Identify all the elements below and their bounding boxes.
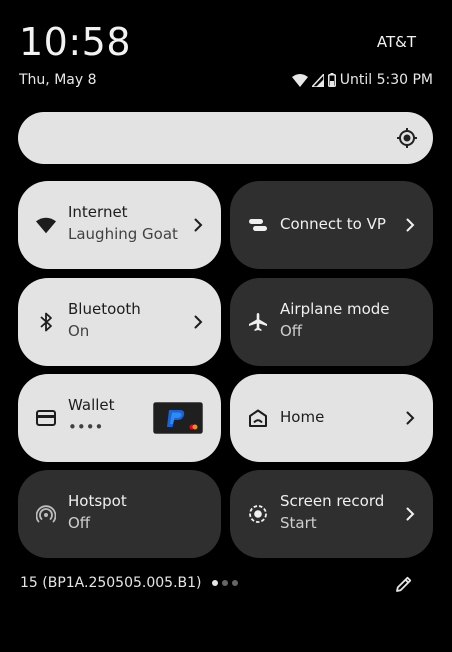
home-icon bbox=[248, 408, 268, 428]
tile-hotspot[interactable]: Hotspot Off bbox=[18, 470, 221, 558]
tile-home[interactable]: Home bbox=[230, 374, 433, 462]
wifi-icon bbox=[36, 215, 56, 235]
hotspot-icon bbox=[36, 504, 56, 524]
cell-signal-icon bbox=[311, 73, 324, 87]
brightness-icon bbox=[396, 127, 418, 152]
tile-internet[interactable]: Internet Laughing Goat bbox=[18, 181, 221, 269]
tile-airplane-mode[interactable]: Airplane mode Off bbox=[230, 278, 433, 366]
build-number[interactable]: 15 (BP1A.250505.005.B1) bbox=[20, 575, 202, 591]
tile-bluetooth[interactable]: Bluetooth On bbox=[18, 278, 221, 366]
tile-screen-record-subtitle: Start bbox=[280, 514, 317, 532]
tile-screen-record-title: Screen record bbox=[280, 492, 385, 510]
tile-bluetooth-title: Bluetooth bbox=[68, 300, 141, 318]
tile-airplane-mode-subtitle: Off bbox=[280, 322, 303, 340]
airplane-icon bbox=[248, 312, 268, 332]
tile-airplane-mode-title: Airplane mode bbox=[280, 300, 390, 318]
payment-card-icon[interactable] bbox=[153, 402, 203, 434]
chevron-right-icon[interactable] bbox=[406, 506, 415, 525]
tile-screen-record[interactable]: Screen record Start bbox=[230, 470, 433, 558]
tile-hotspot-subtitle: Off bbox=[68, 514, 91, 532]
vpn-icon bbox=[248, 215, 268, 235]
brightness-slider[interactable] bbox=[18, 112, 433, 164]
wallet-icon bbox=[36, 408, 56, 428]
chevron-right-icon[interactable] bbox=[194, 314, 203, 333]
tile-home-title: Home bbox=[280, 408, 325, 426]
tile-wallet[interactable]: Wallet •••• bbox=[18, 374, 221, 462]
chevron-right-icon[interactable] bbox=[406, 410, 415, 429]
tile-wallet-subtitle: •••• bbox=[68, 418, 104, 436]
page-dot bbox=[232, 580, 238, 586]
wifi-status-icon bbox=[291, 73, 308, 87]
screen-record-icon bbox=[248, 504, 268, 524]
edit-pencil-icon[interactable] bbox=[395, 575, 413, 597]
battery-icon bbox=[327, 73, 336, 87]
bluetooth-icon bbox=[36, 312, 56, 332]
battery-text: Until 5:30 PM bbox=[339, 72, 433, 88]
tile-internet-subtitle: Laughing Goat bbox=[68, 225, 178, 243]
page-indicator bbox=[212, 580, 238, 586]
tile-internet-title: Internet bbox=[68, 203, 128, 221]
tile-wallet-title: Wallet bbox=[68, 396, 115, 414]
tile-vpn[interactable]: Connect to VP bbox=[230, 181, 433, 269]
clock[interactable]: 10:58 bbox=[19, 20, 131, 64]
date-label[interactable]: Thu, May 8 bbox=[19, 72, 97, 88]
carrier-label: AT&T bbox=[376, 33, 416, 51]
page-dot bbox=[222, 580, 228, 586]
tile-vpn-title: Connect to VP bbox=[280, 215, 386, 233]
tile-hotspot-title: Hotspot bbox=[68, 492, 127, 510]
chevron-right-icon[interactable] bbox=[194, 217, 203, 236]
tile-bluetooth-subtitle: On bbox=[68, 322, 90, 340]
page-dot bbox=[212, 580, 218, 586]
chevron-right-icon[interactable] bbox=[406, 217, 415, 236]
status-icons: Until 5:30 PM bbox=[291, 72, 433, 88]
